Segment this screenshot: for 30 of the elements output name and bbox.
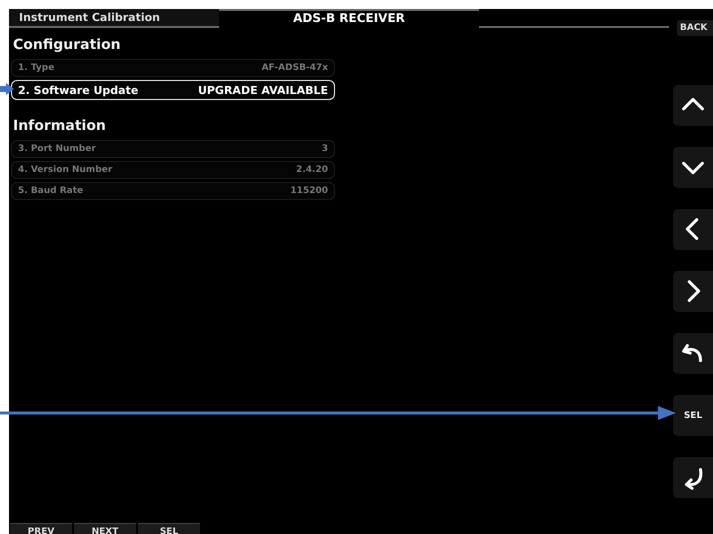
left-chevron-button[interactable] xyxy=(673,209,713,250)
setting-row[interactable]: 5. Baud Rate 115200 xyxy=(11,182,335,200)
row-value: UPGRADE AVAILABLE xyxy=(198,84,328,96)
soft-key-button[interactable]: NEXT xyxy=(74,523,136,534)
return-arrow-button[interactable] xyxy=(673,457,713,498)
select-button[interactable]: SEL xyxy=(673,395,713,436)
row-label: 3. Port Number xyxy=(18,144,96,154)
section-heading: Configuration xyxy=(13,37,122,55)
row-value: 3 xyxy=(322,144,328,154)
row-value: AF-ADSB-47x xyxy=(262,63,328,73)
row-label: 5. Baud Rate xyxy=(18,186,84,196)
up-chevron-button[interactable] xyxy=(673,85,713,126)
section-heading: Information xyxy=(13,118,107,136)
undo-arrow-button[interactable] xyxy=(673,333,713,374)
row-value: 115200 xyxy=(290,186,328,196)
back-button[interactable]: BACK xyxy=(677,20,713,36)
row-label: 1. Type xyxy=(18,63,54,73)
screen-title: ADS-B RECEIVER xyxy=(219,9,479,27)
setting-row[interactable]: 1. Type AF-ADSB-47x xyxy=(11,59,335,77)
setting-row[interactable]: 2. Software Update UPGRADE AVAILABLE xyxy=(11,80,335,100)
setting-row[interactable]: 3. Port Number 3 xyxy=(11,140,335,158)
row-label: 2. Software Update xyxy=(18,84,138,96)
down-chevron-button[interactable] xyxy=(673,147,713,188)
soft-key-button[interactable]: SEL xyxy=(138,523,200,534)
annotation-arrow xyxy=(0,83,14,95)
soft-key-button[interactable]: PREV xyxy=(10,523,72,534)
row-value: 2.4.20 xyxy=(296,165,328,175)
setting-row[interactable]: 4. Version Number 2.4.20 xyxy=(11,161,335,179)
right-chevron-button[interactable] xyxy=(673,271,713,312)
row-label: 4. Version Number xyxy=(18,165,112,175)
